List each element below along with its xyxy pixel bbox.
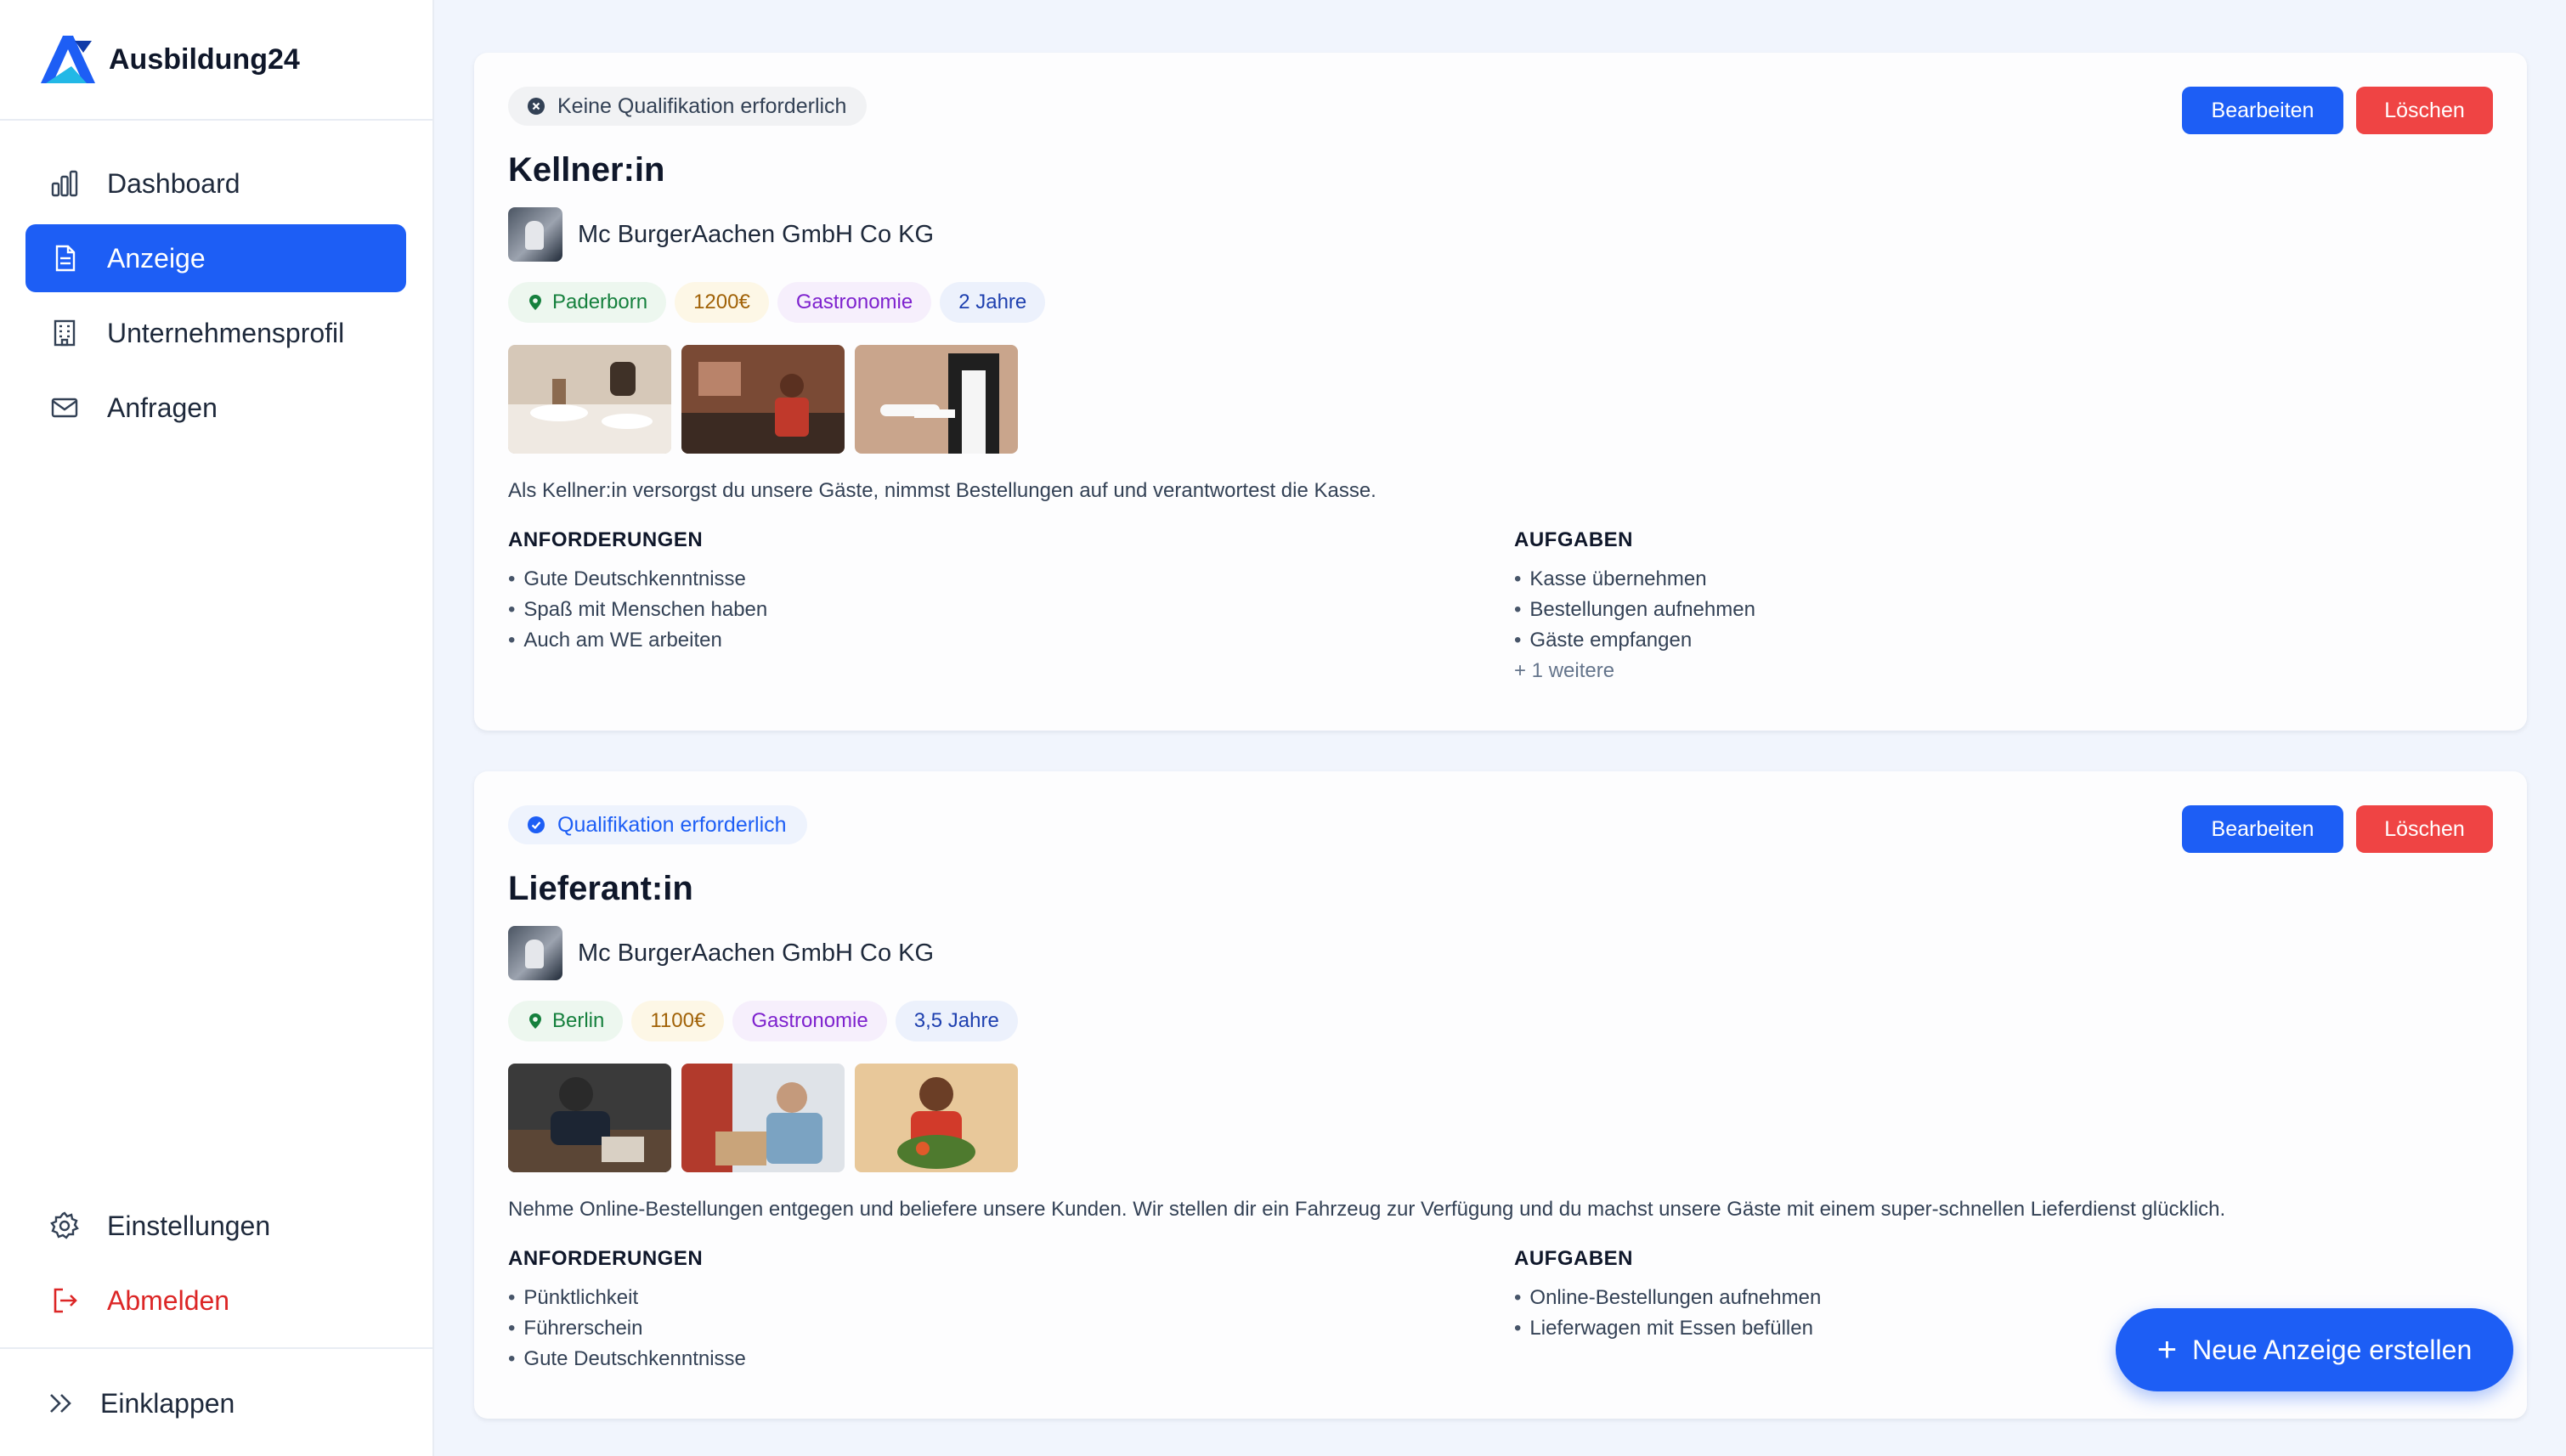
sidebar-item-label: Dashboard	[107, 167, 240, 199]
sidebar-item-label: Unternehmensprofil	[107, 317, 345, 348]
map-pin-icon	[529, 1013, 541, 1029]
list-item: Auch am WE arbeiten	[508, 625, 767, 656]
list-item: Pünktlichkeit	[508, 1283, 746, 1313]
location-tag: Paderborn	[508, 282, 667, 323]
edit-button[interactable]: Bearbeiten	[2182, 87, 2343, 134]
list-item: Gute Deutschkenntnisse	[508, 1344, 745, 1374]
x-circle-icon	[528, 98, 545, 115]
sidebar-item-unternehmensprofil[interactable]: Unternehmensprofil	[25, 299, 406, 367]
listing-title: Lieferant:in	[508, 870, 693, 907]
listing-description: Nehme Online-Bestellungen entgegen und b…	[508, 1198, 2226, 1221]
listing-photo[interactable]	[681, 1064, 845, 1172]
gear-icon	[49, 1211, 80, 1241]
sidebar-item-label: Anzeige	[107, 242, 206, 274]
company-name: Mc BurgerAachen GmbH Co KG	[578, 220, 935, 248]
location-tag: Berlin	[508, 1001, 624, 1041]
sidebar: Ausbildung24 Dashboard Anzeige Unternehm…	[0, 0, 434, 1456]
listing-photo[interactable]	[508, 345, 671, 454]
sidebar-item-dashboard[interactable]: Dashboard	[25, 150, 406, 217]
logo-icon	[41, 36, 95, 83]
tasks-heading: AUFGABEN	[1514, 528, 1633, 551]
duration-tag: 3,5 Jahre	[895, 1001, 1018, 1041]
listing-photo[interactable]	[855, 1064, 1018, 1172]
sidebar-item-einstellungen[interactable]: Einstellungen	[25, 1192, 406, 1260]
delete-button[interactable]: Löschen	[2356, 87, 2493, 134]
company: Mc BurgerAachen GmbH Co KG	[508, 926, 934, 980]
tasks-list: Online-Bestellungen aufnehmen Lieferwage…	[1514, 1283, 1821, 1344]
list-item: Lieferwagen mit Essen befüllen	[1514, 1313, 1821, 1344]
category-tag: Gastronomie	[732, 1001, 887, 1041]
requirements-heading: ANFORDERUNGEN	[508, 1247, 704, 1270]
bar-chart-icon	[49, 168, 80, 199]
photo-gallery	[508, 1064, 1018, 1172]
sidebar-item-abmelden[interactable]: Abmelden	[25, 1267, 406, 1335]
chevrons-right-icon	[46, 1388, 76, 1419]
company: Mc BurgerAachen GmbH Co KG	[508, 207, 934, 262]
company-avatar	[508, 207, 562, 262]
duration-tag: 2 Jahre	[940, 282, 1046, 323]
sidebar-item-label: Anfragen	[107, 392, 218, 423]
company-name: Mc BurgerAachen GmbH Co KG	[578, 939, 935, 967]
list-item: Führerschein	[508, 1313, 746, 1344]
tag-list: Paderborn 1200€ Gastronomie 2 Jahre	[508, 282, 1046, 323]
list-item: Gute Deutschkenntnisse	[508, 564, 767, 595]
requirements-list: Gute Deutschkenntnisse Spaß mit Menschen…	[508, 564, 767, 656]
building-icon	[49, 318, 80, 348]
category-tag: Gastronomie	[777, 282, 932, 323]
salary-tag: 1100€	[631, 1001, 725, 1041]
sidebar-item-anzeige[interactable]: Anzeige	[25, 224, 406, 292]
listing-photo[interactable]	[855, 345, 1018, 454]
sidebar-collapse[interactable]: Einklappen	[25, 1369, 406, 1437]
qualification-badge: Keine Qualifikation erforderlich	[508, 87, 868, 126]
more-tasks-link[interactable]: + 1 weitere	[1514, 656, 1755, 686]
sidebar-item-label: Abmelden	[107, 1284, 230, 1316]
listing-title: Kellner:in	[508, 151, 665, 189]
listing-photo[interactable]	[508, 1064, 671, 1172]
company-avatar	[508, 926, 562, 980]
brand[interactable]: Ausbildung24	[0, 0, 432, 121]
listing-description: Als Kellner:in versorgst du unsere Gäste…	[508, 479, 1376, 502]
sidebar-item-anfragen[interactable]: Anfragen	[25, 374, 406, 442]
sidebar-divider	[0, 1347, 432, 1349]
sidebar-item-label: Einstellungen	[107, 1210, 271, 1241]
requirements-list: Pünktlichkeit Führerschein Gute Deutschk…	[508, 1283, 746, 1374]
delete-button[interactable]: Löschen	[2356, 805, 2493, 853]
mail-icon	[49, 392, 80, 423]
photo-gallery	[508, 345, 1018, 454]
qualification-badge: Qualifikation erforderlich	[508, 805, 807, 844]
create-listing-label: Neue Anzeige erstellen	[2192, 1334, 2473, 1365]
salary-tag: 1200€	[675, 282, 769, 323]
listing-photo[interactable]	[681, 345, 845, 454]
brand-name: Ausbildung24	[109, 42, 300, 76]
create-listing-button[interactable]: + Neue Anzeige erstellen	[2116, 1308, 2513, 1391]
tasks-list: Kasse übernehmen Bestellungen aufnehmen …	[1514, 564, 1755, 686]
list-item: Kasse übernehmen	[1514, 564, 1755, 595]
list-item: Bestellungen aufnehmen	[1514, 595, 1755, 625]
tag-list: Berlin 1100€ Gastronomie 3,5 Jahre	[508, 1001, 1018, 1041]
list-item: Spaß mit Menschen haben	[508, 595, 767, 625]
sidebar-item-label: Einklappen	[100, 1387, 235, 1419]
edit-button[interactable]: Bearbeiten	[2182, 805, 2343, 853]
listing-card: Keine Qualifikation erforderlich Bearbei…	[474, 53, 2527, 731]
document-icon	[49, 243, 80, 274]
requirements-heading: ANFORDERUNGEN	[508, 528, 704, 551]
tasks-heading: AUFGABEN	[1514, 1247, 1633, 1270]
logout-icon	[49, 1285, 80, 1316]
list-item: Online-Bestellungen aufnehmen	[1514, 1283, 1821, 1313]
list-item: Gäste empfangen	[1514, 625, 1755, 656]
plus-icon: +	[2156, 1331, 2178, 1369]
map-pin-icon	[529, 295, 541, 310]
check-circle-icon	[528, 816, 545, 833]
